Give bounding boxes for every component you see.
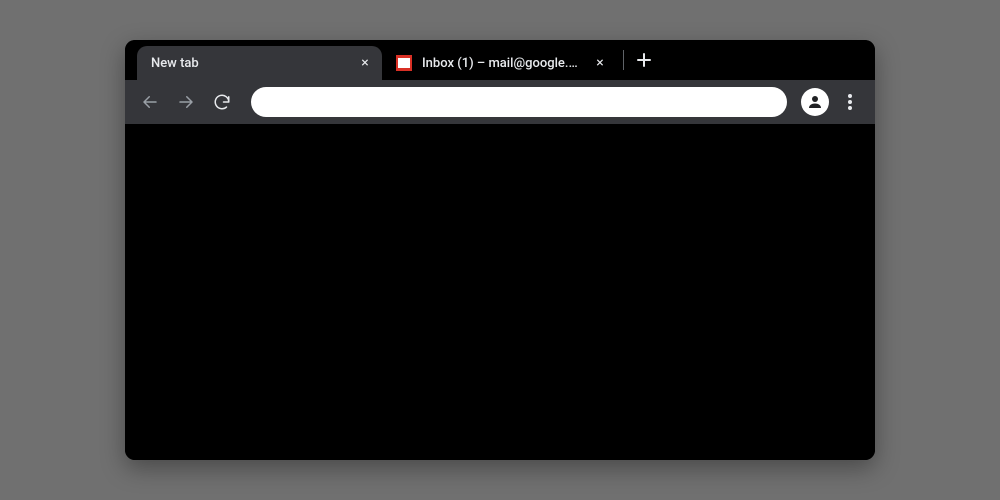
reload-icon: [213, 93, 231, 111]
plus-icon: [637, 53, 651, 67]
menu-button[interactable]: [835, 87, 865, 117]
close-icon[interactable]: ×: [358, 56, 372, 70]
forward-button[interactable]: [171, 87, 201, 117]
new-tab-button[interactable]: [630, 46, 658, 74]
tab-title: Inbox (1) – mail@google.com: [422, 56, 583, 71]
reload-button[interactable]: [207, 87, 237, 117]
gmail-icon: [396, 55, 412, 71]
browser-window: New tab × Inbox (1) – mail@google.com ×: [125, 40, 875, 460]
kebab-menu-icon: [848, 94, 852, 110]
tab-title: New tab: [151, 56, 348, 71]
address-bar[interactable]: [251, 87, 787, 117]
arrow-right-icon: [177, 93, 195, 111]
close-icon[interactable]: ×: [593, 56, 607, 70]
page-content: [125, 124, 875, 460]
tab-strip: New tab × Inbox (1) – mail@google.com ×: [125, 40, 875, 80]
tab-gmail-inbox[interactable]: Inbox (1) – mail@google.com ×: [382, 46, 617, 80]
tab-new-tab[interactable]: New tab ×: [137, 46, 382, 80]
tab-separator: [623, 50, 624, 70]
profile-button[interactable]: [801, 88, 829, 116]
toolbar: [125, 80, 875, 124]
back-button[interactable]: [135, 87, 165, 117]
person-icon: [806, 93, 824, 111]
arrow-left-icon: [141, 93, 159, 111]
